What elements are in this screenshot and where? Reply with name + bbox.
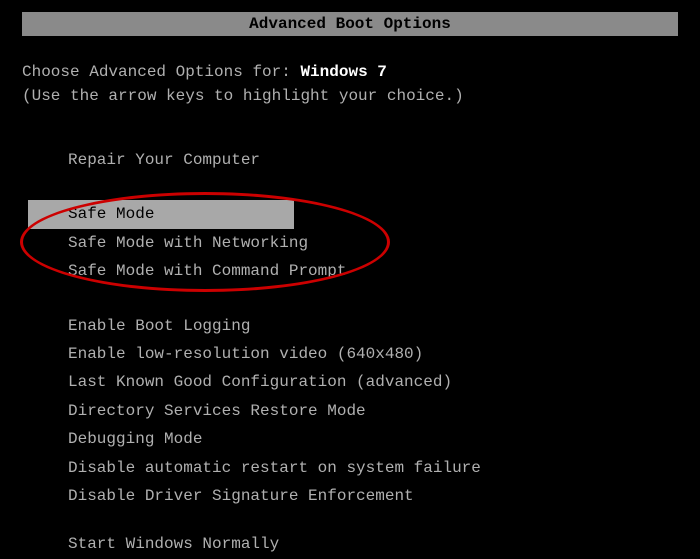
os-name: Windows 7 (300, 63, 386, 81)
menu-item-directory-services-restore[interactable]: Directory Services Restore Mode (28, 397, 406, 425)
menu-group-advanced: Enable Boot Logging Enable low-resolutio… (28, 312, 700, 511)
menu-group-safe-mode: Safe Mode Safe Mode with Networking Safe… (28, 200, 700, 285)
boot-menu: Repair Your Computer Safe Mode Safe Mode… (28, 146, 700, 559)
menu-item-debugging-mode[interactable]: Debugging Mode (28, 425, 242, 453)
prompt-prefix: Choose Advanced Options for: (22, 63, 300, 81)
menu-item-last-known-good[interactable]: Last Known Good Configuration (advanced) (28, 368, 492, 396)
menu-item-low-res-video[interactable]: Enable low-resolution video (640x480) (28, 340, 463, 368)
menu-group-repair: Repair Your Computer (28, 146, 700, 174)
menu-item-disable-auto-restart[interactable]: Disable automatic restart on system fail… (28, 454, 521, 482)
menu-item-repair-your-computer[interactable]: Repair Your Computer (28, 146, 300, 174)
menu-group-normal: Start Windows Normally (28, 530, 700, 558)
page-title: Advanced Boot Options (22, 12, 678, 36)
choose-prompt: Choose Advanced Options for: Windows 7 (22, 60, 678, 84)
menu-item-safe-mode-command-prompt[interactable]: Safe Mode with Command Prompt (28, 257, 386, 285)
menu-item-start-windows-normally[interactable]: Start Windows Normally (28, 530, 319, 558)
menu-item-safe-mode-networking[interactable]: Safe Mode with Networking (28, 229, 348, 257)
menu-item-disable-driver-signature[interactable]: Disable Driver Signature Enforcement (28, 482, 454, 510)
help-text: (Use the arrow keys to highlight your ch… (22, 84, 678, 108)
menu-item-enable-boot-logging[interactable]: Enable Boot Logging (28, 312, 290, 340)
menu-item-safe-mode[interactable]: Safe Mode (28, 200, 294, 228)
